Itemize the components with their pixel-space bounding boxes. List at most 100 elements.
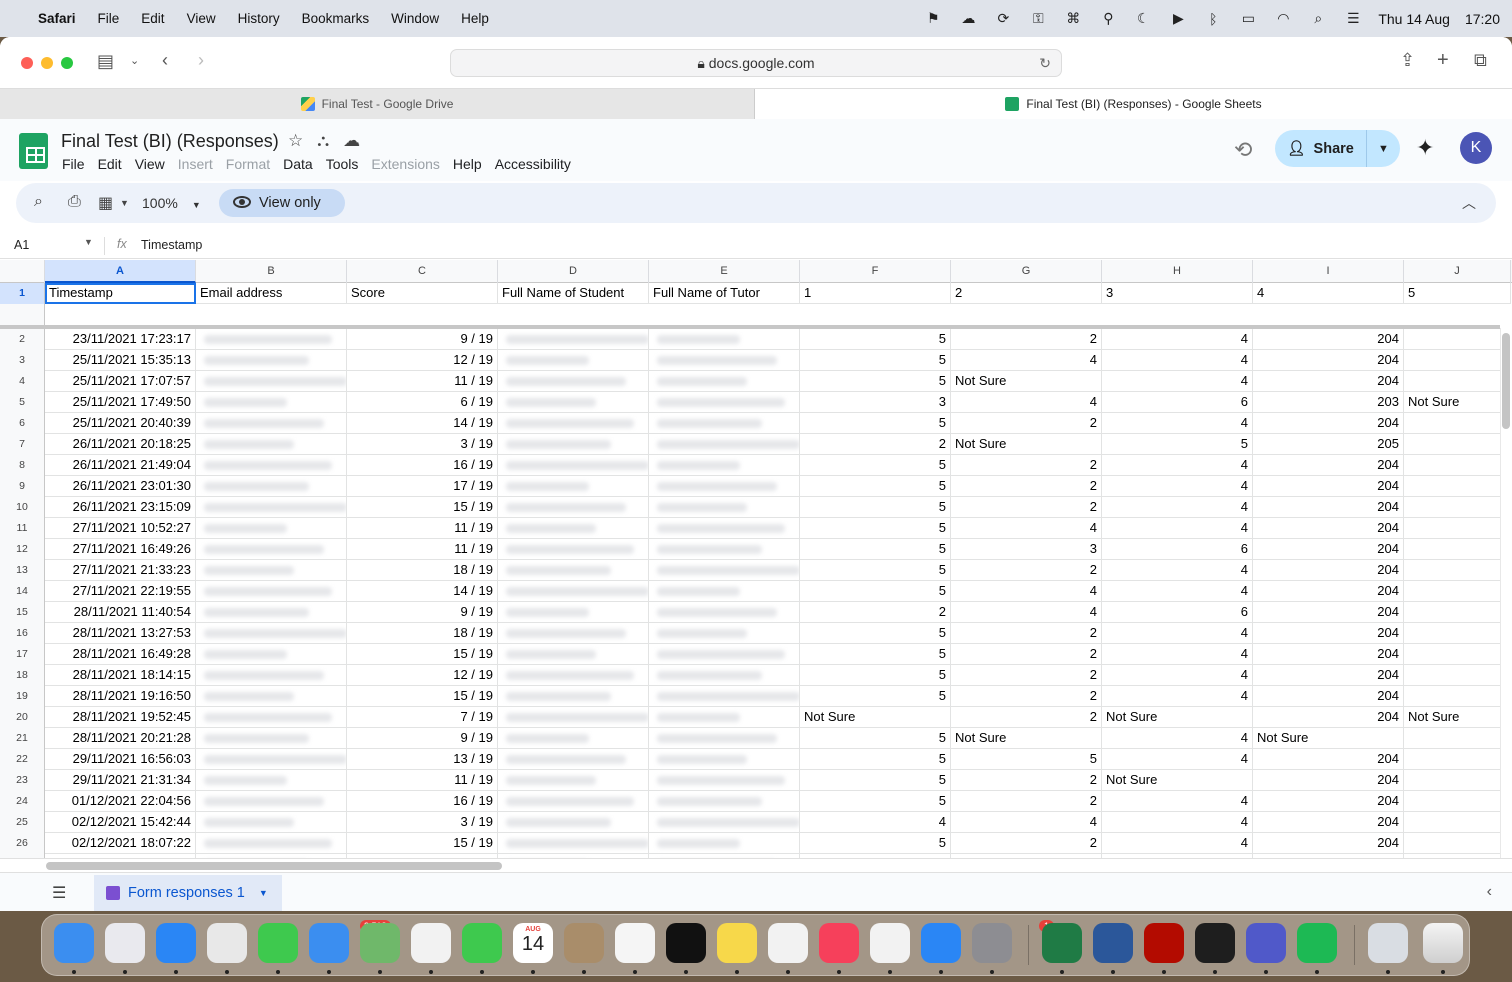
data-cell[interactable]: 204 (1253, 623, 1404, 644)
data-cell[interactable]: 5 (800, 728, 951, 749)
header-cell[interactable]: Email address (196, 283, 347, 304)
redacted-cell[interactable] (649, 770, 800, 791)
data-cell[interactable]: 204 (1253, 833, 1404, 854)
data-cell[interactable]: 25/11/2021 17:07:57 (45, 371, 196, 392)
data-cell[interactable]: 15 / 19 (347, 686, 498, 707)
data-cell[interactable]: Not Sure (951, 434, 1102, 455)
redacted-cell[interactable] (498, 329, 649, 350)
data-cell[interactable] (1404, 581, 1511, 602)
column-header-j[interactable]: J (1404, 260, 1511, 283)
data-cell[interactable]: 3 / 19 (347, 434, 498, 455)
frozen-row-divider[interactable] (0, 325, 1500, 329)
data-cell[interactable]: 5 (800, 455, 951, 476)
data-cell[interactable]: 203 (1253, 392, 1404, 413)
play-icon[interactable]: ▶ (1168, 10, 1188, 27)
redacted-cell[interactable] (196, 812, 347, 833)
row-header[interactable]: 23 (0, 770, 45, 791)
data-cell[interactable] (1404, 602, 1511, 623)
redacted-cell[interactable] (196, 686, 347, 707)
data-cell[interactable]: 15 / 19 (347, 497, 498, 518)
download-icon[interactable]: ▦ (98, 193, 113, 213)
data-cell[interactable]: 204 (1253, 455, 1404, 476)
figma-icon[interactable] (1195, 923, 1235, 963)
data-cell[interactable]: 4 (1102, 665, 1253, 686)
data-cell[interactable]: 2 (951, 707, 1102, 728)
data-cell[interactable]: 204 (1253, 476, 1404, 497)
redacted-cell[interactable] (196, 644, 347, 665)
redacted-cell[interactable] (196, 455, 347, 476)
data-cell[interactable]: 2 (951, 833, 1102, 854)
redacted-cell[interactable] (196, 518, 347, 539)
data-cell[interactable] (1404, 833, 1511, 854)
data-cell[interactable]: 25/11/2021 17:49:50 (45, 392, 196, 413)
cloud-status-icon[interactable]: ☁ (958, 10, 978, 27)
menubar-item-help[interactable]: Help (461, 11, 489, 26)
wifi-icon[interactable]: ◠ (1273, 10, 1293, 27)
all-sheets-icon[interactable]: ☰ (52, 883, 66, 903)
redacted-cell[interactable] (498, 707, 649, 728)
sheet-tab-form-responses[interactable]: Form responses 1 ▼ (94, 875, 282, 911)
redacted-cell[interactable] (498, 560, 649, 581)
redacted-cell[interactable] (649, 581, 800, 602)
redacted-cell[interactable] (196, 434, 347, 455)
data-cell[interactable]: 2 (951, 665, 1102, 686)
data-cell[interactable]: 4 (1102, 749, 1253, 770)
data-cell[interactable] (1404, 560, 1511, 581)
redacted-cell[interactable] (649, 413, 800, 434)
close-window-button[interactable] (21, 57, 33, 69)
data-cell[interactable]: 16 / 19 (347, 455, 498, 476)
row-header[interactable]: 9 (0, 476, 45, 497)
data-cell[interactable]: 2 (951, 455, 1102, 476)
column-header-e[interactable]: E (649, 260, 800, 283)
data-cell[interactable]: 5 (1102, 434, 1253, 455)
data-cell[interactable]: Not Sure (800, 707, 951, 728)
data-cell[interactable]: 29/11/2021 16:56:03 (45, 749, 196, 770)
data-cell[interactable] (1404, 413, 1511, 434)
data-cell[interactable]: 23/11/2021 17:23:17 (45, 329, 196, 350)
maps-icon[interactable] (360, 923, 400, 963)
row-header[interactable]: 14 (0, 581, 45, 602)
data-cell[interactable]: 4 (800, 812, 951, 833)
row-header[interactable]: 4 (0, 371, 45, 392)
messages-icon[interactable] (258, 923, 298, 963)
data-cell[interactable] (1404, 749, 1511, 770)
row-header[interactable]: 7 (0, 434, 45, 455)
menu-file[interactable]: File (62, 156, 85, 172)
redacted-cell[interactable] (649, 371, 800, 392)
data-cell[interactable]: 4 (1102, 791, 1253, 812)
data-cell[interactable]: 4 (1102, 728, 1253, 749)
data-cell[interactable]: 4 (951, 602, 1102, 623)
data-cell[interactable]: 2 (951, 476, 1102, 497)
data-cell[interactable]: 28/11/2021 19:52:45 (45, 707, 196, 728)
redacted-cell[interactable] (498, 665, 649, 686)
data-cell[interactable] (1404, 350, 1511, 371)
data-cell[interactable] (1404, 728, 1511, 749)
redacted-cell[interactable] (196, 602, 347, 623)
redacted-cell[interactable] (196, 350, 347, 371)
data-cell[interactable]: 204 (1253, 812, 1404, 833)
data-cell[interactable] (1404, 434, 1511, 455)
row-header[interactable]: 11 (0, 518, 45, 539)
data-cell[interactable]: 14 / 19 (347, 581, 498, 602)
row-header[interactable]: 10 (0, 497, 45, 518)
row-header[interactable]: 15 (0, 602, 45, 623)
menu-tools[interactable]: Tools (326, 156, 359, 172)
side-panel-toggle-icon[interactable]: ‹ (1487, 883, 1492, 901)
data-cell[interactable]: 204 (1253, 581, 1404, 602)
avatar[interactable]: K (1460, 132, 1492, 164)
redacted-cell[interactable] (498, 623, 649, 644)
column-header-g[interactable]: G (951, 260, 1102, 283)
scrollbar-thumb[interactable] (1502, 333, 1510, 429)
data-cell[interactable]: 02/12/2021 15:42:44 (45, 812, 196, 833)
data-cell[interactable] (1404, 455, 1511, 476)
redacted-cell[interactable] (649, 329, 800, 350)
facetime-icon[interactable] (462, 923, 502, 963)
data-cell[interactable]: 5 (800, 560, 951, 581)
data-cell[interactable]: 17 / 19 (347, 476, 498, 497)
redacted-cell[interactable] (498, 518, 649, 539)
column-header-b[interactable]: B (196, 260, 347, 283)
notes-icon[interactable] (717, 923, 757, 963)
data-cell[interactable]: 5 (800, 791, 951, 812)
data-cell[interactable]: 5 (800, 497, 951, 518)
redacted-cell[interactable] (196, 770, 347, 791)
